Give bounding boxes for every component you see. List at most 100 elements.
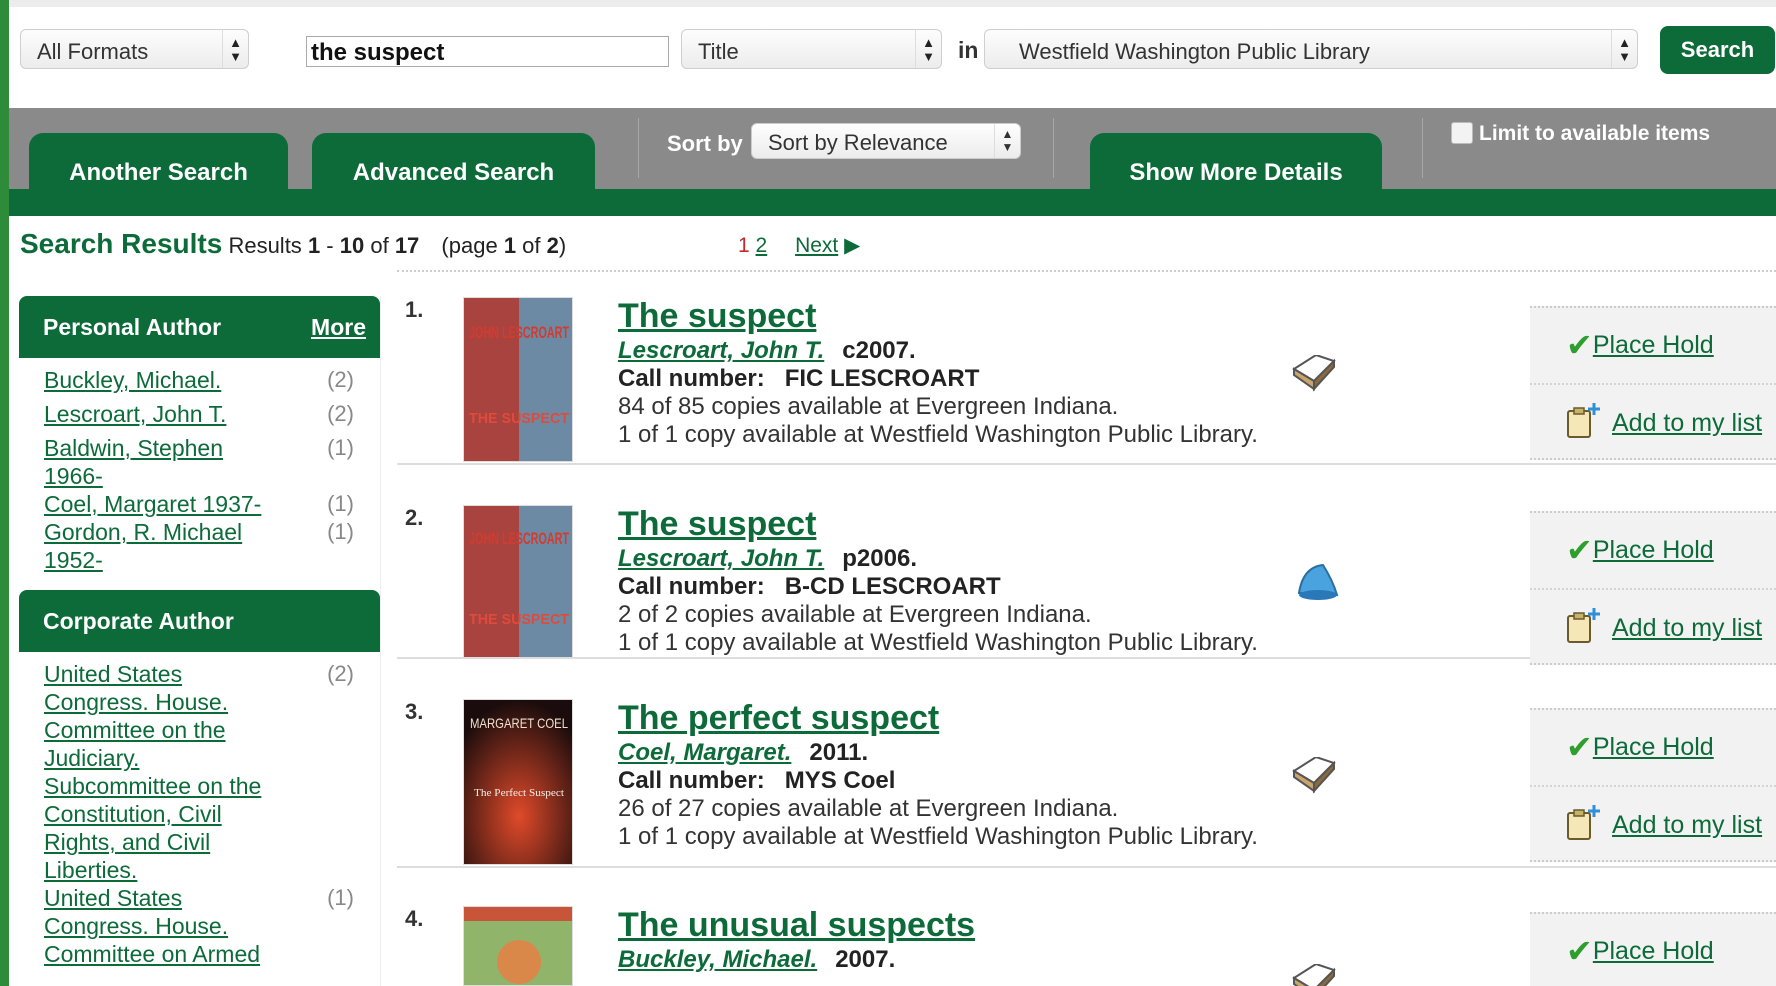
checkmark-icon: ✔ <box>1566 532 1593 568</box>
page-2-link[interactable]: 2 <box>756 234 768 257</box>
facet-link[interactable]: United States Congress. House. Committee… <box>44 660 279 884</box>
sort-label: Sort by <box>667 131 743 156</box>
result-author-line: Coel, Margaret. 2011. <box>618 739 868 767</box>
facet-link[interactable]: Lescroart, John T. <box>44 400 289 428</box>
field-select-value: Title <box>698 39 739 64</box>
facet-link[interactable]: Coel, Margaret 1937- <box>44 490 289 518</box>
result-author-line: Lescroart, John T. p2006. <box>618 545 917 573</box>
cover-author-text: MARGARET COEL <box>470 715 568 731</box>
cover-title-text: The Perfect Suspect <box>474 787 564 799</box>
page-1-current: 1 <box>738 234 750 257</box>
book-cover[interactable]: JOHN LESCROART THE SUSPECT <box>463 505 573 658</box>
tab-show-more-details[interactable]: Show More Details <box>1090 133 1382 216</box>
result-author-link[interactable]: Buckley, Michael. <box>618 946 817 973</box>
facet-personal-author-list: Buckley, Michael. (2) Lescroart, John T. (… <box>19 358 380 584</box>
result-item: 2. JOHN LESCROART THE SUSPECT The suspec… <box>397 505 1776 665</box>
checkmark-icon: ✔ <box>1566 327 1593 363</box>
facet-link[interactable]: Buckley, Michael. <box>44 366 289 394</box>
result-number: 3. <box>405 699 424 724</box>
select-arrows-icon: ▲ ▼ <box>1611 30 1637 68</box>
pagination: 1 2 Next ▶ <box>738 233 860 258</box>
result-date: 2011. <box>809 739 869 766</box>
facet-corporate-author-list: United States Congress. House. Committee… <box>19 652 380 978</box>
divider <box>397 463 1776 465</box>
library-select-value: Westfield Washington Public Library <box>1019 39 1370 64</box>
result-item: 1. JOHN LESCROART THE SUSPECT The suspec… <box>397 297 1776 467</box>
result-title-link[interactable]: The perfect suspect <box>618 699 939 738</box>
call-number-label: Call number: <box>618 573 765 600</box>
facet-title: Corporate Author <box>43 608 234 634</box>
result-date: p2006. <box>842 545 917 572</box>
place-hold-button[interactable]: ✔Place Hold <box>1530 513 1776 588</box>
add-to-list-button[interactable]: Add to my list <box>1530 588 1776 663</box>
cover-art: JOHN LESCROART THE SUSPECT <box>464 298 572 461</box>
book-icon <box>1290 755 1338 804</box>
limit-available-checkbox[interactable]: Limit to available items <box>1451 122 1710 146</box>
field-select[interactable]: Title ▲ ▼ <box>681 29 942 69</box>
availability-line: 1 of 1 copy available at Westfield Washi… <box>618 629 1258 656</box>
tab-another-search[interactable]: Another Search <box>29 133 288 216</box>
facet-link[interactable]: Baldwin, Stephen 1966- <box>44 434 244 490</box>
sort-select[interactable]: Sort by Relevance ▲ ▼ <box>751 123 1021 159</box>
result-author-line: Buckley, Michael. 2007. <box>618 946 895 974</box>
facet-more-link[interactable]: More <box>311 314 366 341</box>
checkbox-icon[interactable] <box>1451 122 1473 144</box>
result-item: 3. MARGARET COEL The Perfect Suspect The… <box>397 699 1776 869</box>
call-number-value: MYS Coel <box>784 767 896 794</box>
library-select[interactable]: Westfield Washington Public Library ▲ ▼ <box>984 29 1638 69</box>
result-call-number: Call number: B-CD LESCROART <box>618 573 1001 601</box>
result-actions: ✔Place Hold <box>1530 912 1776 986</box>
result-author-link[interactable]: Lescroart, John T. <box>618 545 824 572</box>
facet-link[interactable]: United States Congress. House. Committee… <box>44 884 279 968</box>
result-title-link[interactable]: The unusual suspects <box>618 906 975 945</box>
result-author-link[interactable]: Coel, Margaret. <box>618 739 791 766</box>
facet-link[interactable]: Gordon, R. Michael 1952- <box>44 518 264 574</box>
search-button[interactable]: Search <box>1660 26 1775 74</box>
next-link-label[interactable]: Next <box>795 234 838 257</box>
facet-count: (1) <box>327 491 354 516</box>
book-cover[interactable]: JOHN LESCROART THE SUSPECT <box>463 297 573 462</box>
availability-line: 26 of 27 copies available at Evergreen I… <box>618 795 1119 822</box>
result-number: 1. <box>405 297 424 322</box>
book-icon <box>1290 353 1338 402</box>
facet-title: Personal Author <box>43 314 222 340</box>
facet-item: Baldwin, Stephen 1966- (1) <box>44 434 354 490</box>
add-to-list-button[interactable]: Add to my list <box>1530 785 1776 860</box>
book-cover[interactable] <box>463 906 573 986</box>
result-actions: ✔Place Hold Add to my list <box>1530 708 1776 862</box>
result-title-link[interactable]: The suspect <box>618 297 816 336</box>
place-hold-button[interactable]: ✔Place Hold <box>1530 710 1776 785</box>
facet-item: Buckley, Michael. (2) <box>44 366 354 394</box>
sort-select-value: Sort by Relevance <box>768 130 948 155</box>
select-arrows-icon: ▲ ▼ <box>994 124 1020 158</box>
divider <box>397 866 1776 868</box>
limit-available-label: Limit to available items <box>1479 122 1711 145</box>
next-link[interactable]: Next ▶ <box>795 234 860 257</box>
search-input[interactable]: the suspect <box>306 36 669 67</box>
book-icon <box>1290 962 1338 986</box>
facet-personal-author-header: Personal Author More <box>19 296 380 358</box>
checkmark-icon: ✔ <box>1566 933 1593 969</box>
availability-line: 1 of 1 copy available at Westfield Washi… <box>618 823 1258 850</box>
place-hold-button[interactable]: ✔Place Hold <box>1530 914 1776 986</box>
result-actions: ✔Place Hold Add to my list <box>1530 306 1776 460</box>
toolbar-band: Another Search Advanced Search Sort by S… <box>9 108 1776 216</box>
results-label: Results <box>228 233 302 258</box>
top-line <box>0 0 1776 7</box>
result-author-link[interactable]: Lescroart, John T. <box>618 337 824 364</box>
facet-sidebar: Personal Author More Buckley, Michael. (2… <box>19 296 380 978</box>
tab-advanced-search[interactable]: Advanced Search <box>312 133 595 216</box>
result-title-link[interactable]: The suspect <box>618 505 816 544</box>
window-edge <box>0 0 9 986</box>
facet-count: (2) <box>327 401 354 426</box>
results-summary: Search Results Results 1 - 10 of 17 (pag… <box>20 228 566 260</box>
in-label: in <box>958 37 979 63</box>
select-arrows-icon: ▲ ▼ <box>915 30 941 68</box>
format-select[interactable]: All Formats ▲ ▼ <box>20 29 249 69</box>
facet-item: Gordon, R. Michael 1952- (1) <box>44 518 354 574</box>
divider <box>1422 118 1423 178</box>
cover-art <box>464 907 572 985</box>
add-to-list-button[interactable]: Add to my list <box>1530 383 1776 458</box>
book-cover[interactable]: MARGARET COEL The Perfect Suspect <box>463 699 573 865</box>
place-hold-button[interactable]: ✔Place Hold <box>1530 308 1776 383</box>
